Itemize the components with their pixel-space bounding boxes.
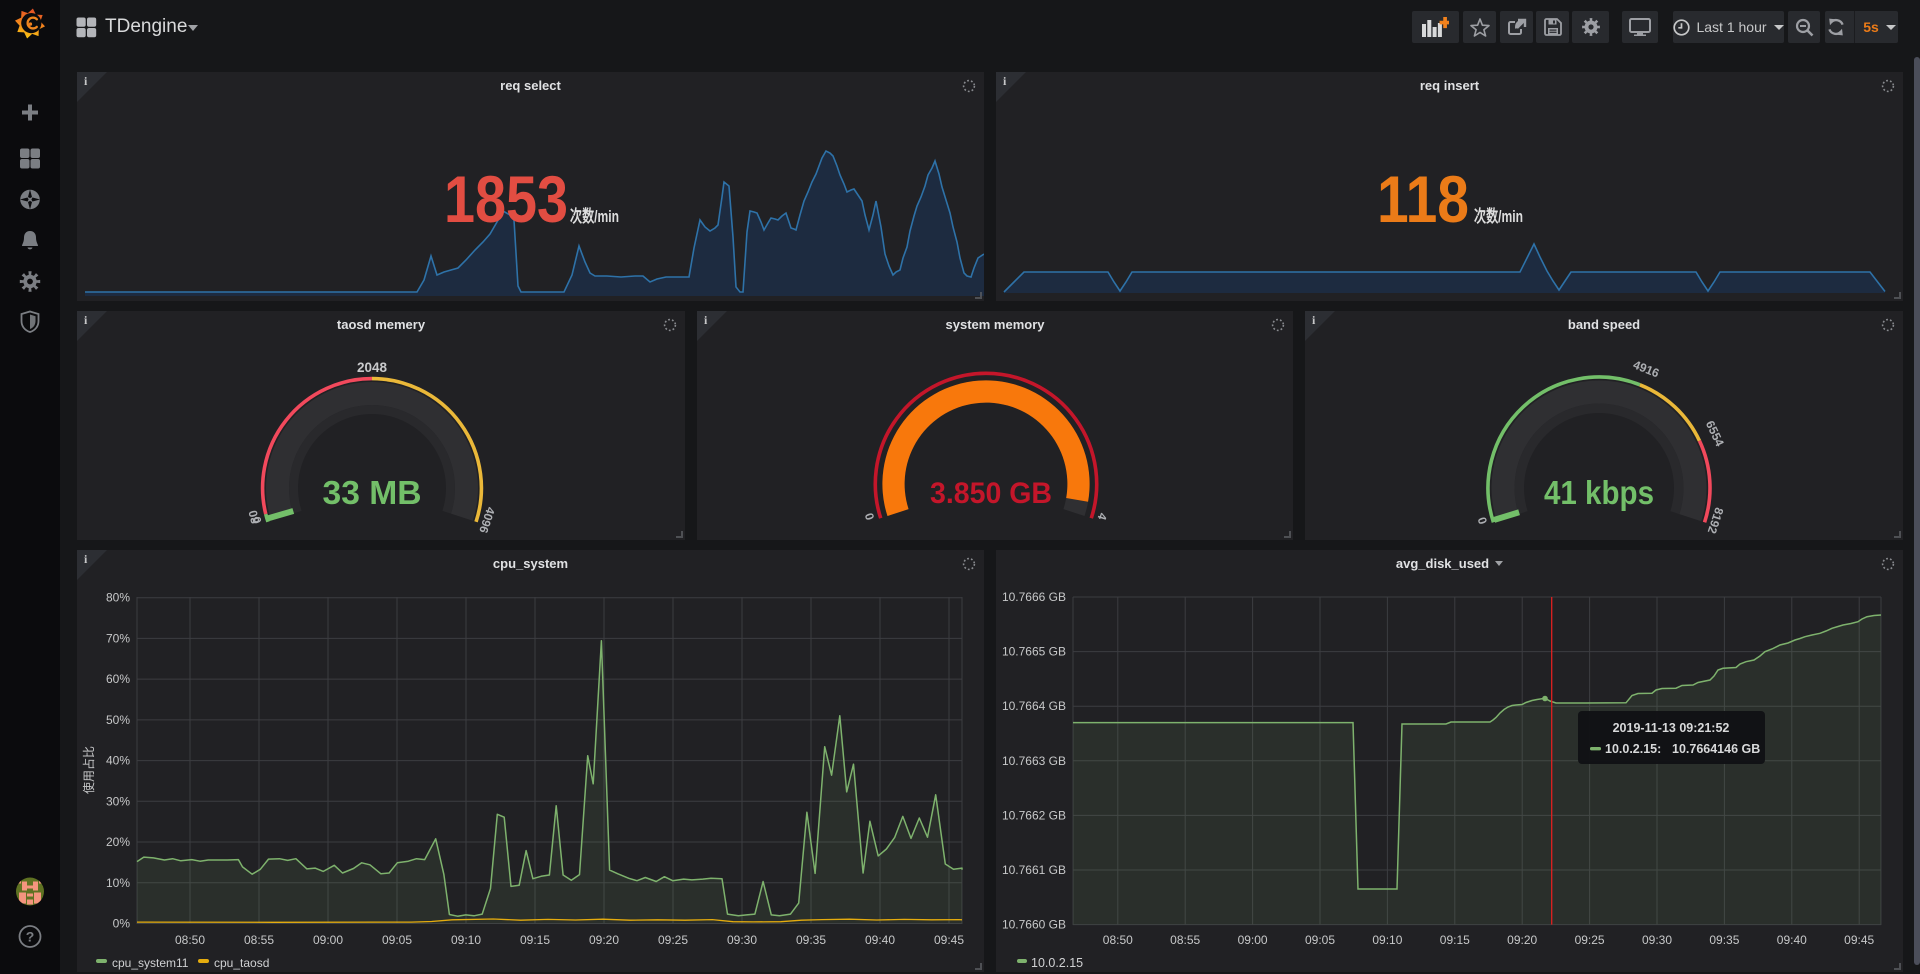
svg-text:09:00: 09:00 xyxy=(313,933,343,947)
svg-text:09:30: 09:30 xyxy=(1642,933,1672,947)
svg-text:09:40: 09:40 xyxy=(1777,933,1807,947)
svg-text:09:20: 09:20 xyxy=(1507,933,1537,947)
svg-text:次数/min: 次数/min xyxy=(570,206,619,226)
svg-text:4916: 4916 xyxy=(1631,358,1661,381)
svg-text:0: 0 xyxy=(1475,515,1490,526)
svg-text:10.7661 GB: 10.7661 GB xyxy=(1002,863,1066,877)
svg-text:3.850 GB: 3.850 GB xyxy=(930,477,1052,510)
svg-text:09:00: 09:00 xyxy=(1238,933,1268,947)
svg-text:1853: 1853 xyxy=(444,162,568,236)
svg-text:80%: 80% xyxy=(106,591,130,605)
svg-text:09:30: 09:30 xyxy=(727,933,757,947)
svg-text:10.0.2.15: 10.0.2.15 xyxy=(1031,956,1083,970)
svg-text:80: 80 xyxy=(246,508,263,525)
svg-text:cpu_taosd: cpu_taosd xyxy=(214,956,269,970)
svg-text:2048: 2048 xyxy=(357,360,388,375)
svg-text:2019-11-13 09:21:52: 2019-11-13 09:21:52 xyxy=(1613,721,1730,735)
svg-text:09:40: 09:40 xyxy=(865,933,895,947)
svg-text:08:55: 08:55 xyxy=(244,933,274,947)
svg-text:6554: 6554 xyxy=(1703,418,1727,448)
svg-text:08:50: 08:50 xyxy=(175,933,205,947)
svg-text:10%: 10% xyxy=(106,876,130,890)
svg-text:10.7663 GB: 10.7663 GB xyxy=(1002,754,1066,768)
svg-text:cpu_system11: cpu_system11 xyxy=(112,956,189,970)
svg-text:50%: 50% xyxy=(106,713,130,727)
svg-text:118: 118 xyxy=(1377,162,1469,236)
svg-text:10.7664 GB: 10.7664 GB xyxy=(1002,699,1066,713)
svg-text:09:25: 09:25 xyxy=(1575,933,1605,947)
svg-text:09:05: 09:05 xyxy=(1305,933,1335,947)
svg-text:08:55: 08:55 xyxy=(1170,933,1200,947)
svg-text:09:15: 09:15 xyxy=(520,933,550,947)
svg-text:09:35: 09:35 xyxy=(796,933,826,947)
svg-text:08:50: 08:50 xyxy=(1103,933,1133,947)
svg-text:09:45: 09:45 xyxy=(1844,933,1874,947)
svg-text:?: ? xyxy=(26,929,35,945)
svg-text:41 kbps: 41 kbps xyxy=(1544,474,1654,511)
svg-text:09:10: 09:10 xyxy=(1372,933,1402,947)
svg-text:09:20: 09:20 xyxy=(589,933,619,947)
svg-text:4: 4 xyxy=(1095,511,1110,522)
svg-text:09:25: 09:25 xyxy=(658,933,688,947)
svg-text:30%: 30% xyxy=(106,794,130,808)
svg-text:33 MB: 33 MB xyxy=(323,474,422,511)
svg-text:09:05: 09:05 xyxy=(382,933,412,947)
svg-text:10.7666 GB: 10.7666 GB xyxy=(1002,590,1066,604)
svg-text:次数/min: 次数/min xyxy=(1474,206,1523,226)
svg-text:10.7665 GB: 10.7665 GB xyxy=(1002,645,1066,659)
svg-text:09:45: 09:45 xyxy=(934,933,964,947)
svg-text:10.0.2.15:: 10.0.2.15: xyxy=(1605,742,1661,756)
svg-text:09:35: 09:35 xyxy=(1709,933,1739,947)
svg-text:09:10: 09:10 xyxy=(451,933,481,947)
svg-text:0: 0 xyxy=(862,511,877,522)
svg-text:20%: 20% xyxy=(106,835,130,849)
svg-text:0%: 0% xyxy=(113,917,131,931)
svg-text:10.7664146 GB: 10.7664146 GB xyxy=(1672,742,1760,756)
svg-text:09:15: 09:15 xyxy=(1440,933,1470,947)
svg-text:使用占比: 使用占比 xyxy=(81,746,96,794)
svg-text:10.7662 GB: 10.7662 GB xyxy=(1002,808,1066,822)
svg-text:40%: 40% xyxy=(106,754,130,768)
svg-text:10.7660 GB: 10.7660 GB xyxy=(1002,918,1066,932)
svg-text:60%: 60% xyxy=(106,672,130,686)
svg-text:70%: 70% xyxy=(106,631,130,645)
